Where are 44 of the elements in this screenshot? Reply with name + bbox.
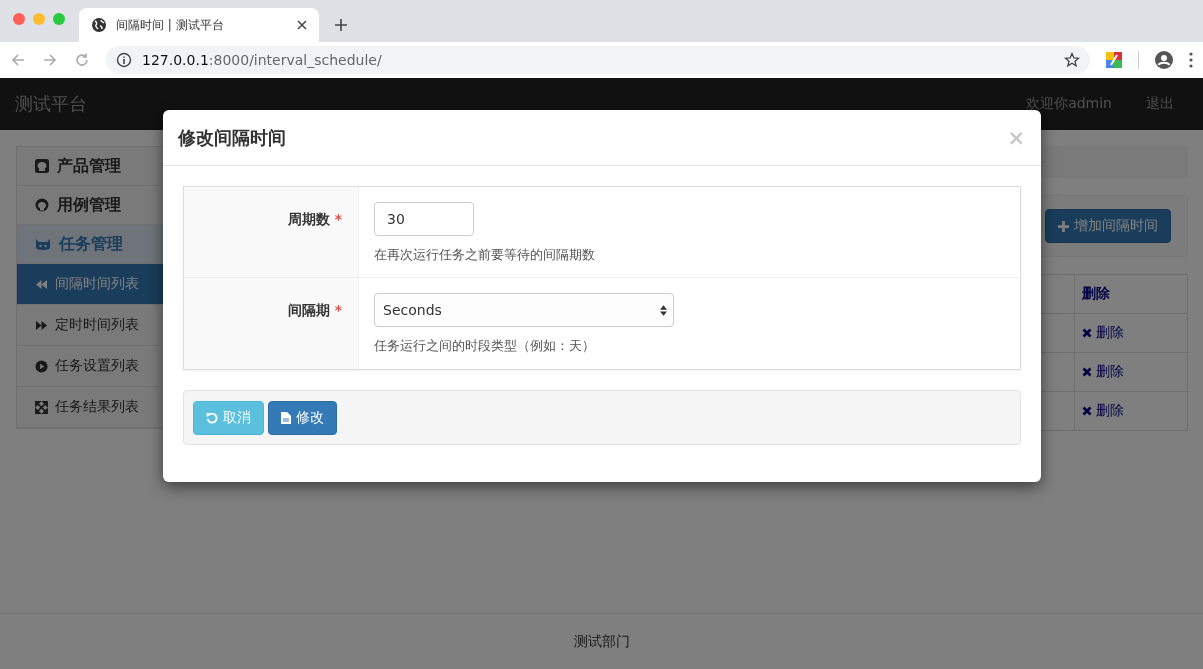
file-icon (281, 411, 291, 424)
number-input[interactable]: 30 (374, 202, 474, 236)
delete-link[interactable]: 删除 (1082, 363, 1124, 381)
fast-forward-icon (35, 319, 48, 331)
address-field[interactable]: 127.0.0.1:8000/interval_schedule/ (106, 46, 1090, 74)
column-header: 删除 (1074, 274, 1188, 314)
browser-tab[interactable]: 间隔时间 | 测试平台 (79, 8, 319, 42)
updown-caret-icon (660, 304, 667, 316)
help-text: 任务运行之间的时段类型（例如：天） (374, 337, 595, 355)
close-icon[interactable] (297, 20, 307, 30)
user-link[interactable]: 欢迎你admin (1026, 95, 1112, 113)
undo-icon (206, 411, 218, 424)
close-icon (1082, 367, 1092, 377)
extension-icon[interactable] (1106, 52, 1122, 68)
square-logo-icon (35, 159, 49, 173)
cat-icon (35, 237, 51, 251)
help-text: 在再次运行任务之前要等待的间隔期数 (374, 246, 595, 264)
required-mark: * (334, 211, 342, 229)
star-icon[interactable] (1064, 52, 1080, 68)
add-interval-button[interactable]: 增加间隔时间 (1045, 209, 1171, 243)
plus-icon (1058, 220, 1069, 232)
footer-text: 测试部门 (573, 632, 630, 651)
delete-link[interactable]: 删除 (1082, 402, 1124, 420)
close-icon (1082, 406, 1092, 416)
menu-icon[interactable] (1189, 52, 1193, 68)
rewind-icon (35, 278, 48, 290)
dialog-title: 修改间隔时间 (178, 125, 287, 150)
required-mark: * (334, 302, 342, 320)
delete-link[interactable]: 删除 (1082, 324, 1124, 342)
url-text: 127.0.0.1:8000/interval_schedule/ (142, 52, 383, 68)
save-button[interactable]: 修改 (268, 400, 337, 435)
globe-icon (91, 17, 107, 33)
plus-icon[interactable] (335, 19, 347, 31)
interval-select[interactable]: Seconds (374, 293, 674, 327)
tab-title: 间隔时间 | 测试平台 (116, 16, 225, 34)
logout-link[interactable]: 退出 (1146, 95, 1174, 113)
field-label: 间隔期 (287, 302, 330, 320)
close-icon (1082, 328, 1092, 338)
info-icon (116, 52, 132, 68)
round-logo-icon (35, 198, 49, 212)
cancel-button[interactable]: 取消 (193, 400, 264, 435)
field-label: 周期数 (287, 211, 330, 229)
account-icon[interactable] (1155, 51, 1173, 69)
play-circle-icon (35, 359, 48, 373)
